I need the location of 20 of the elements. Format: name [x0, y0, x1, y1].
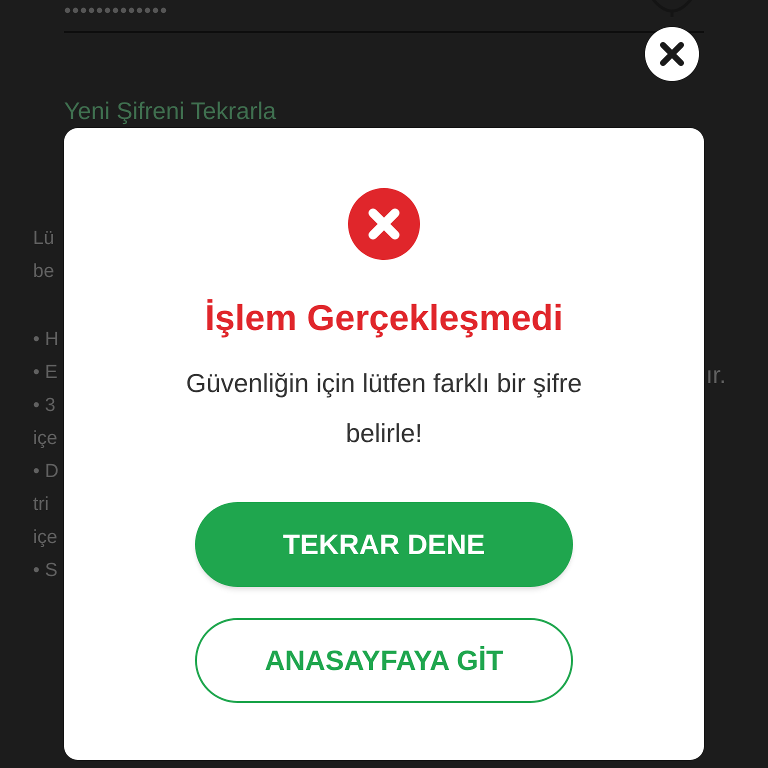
retry-button[interactable]: TEKRAR DENE: [195, 502, 573, 587]
requirement-text: ır.: [706, 361, 726, 391]
dialog-title: İşlem Gerçekleşmedi: [204, 296, 564, 340]
requirement-text: • D: [33, 460, 59, 484]
error-icon: [348, 188, 420, 260]
home-button[interactable]: ANASAYFAYA GİT: [195, 618, 573, 703]
password-value: •••••••••••••: [64, 0, 168, 22]
requirement-text: be: [33, 260, 54, 284]
requirement-text: • H: [33, 328, 59, 352]
dialog-message: Güvenliğin için lütfen farklı bir şifre belirle!: [185, 367, 583, 450]
requirement-text: içe: [33, 526, 58, 550]
field-label: Yeni Şifreni Tekrarla: [64, 98, 276, 126]
requirement-text: • S: [33, 559, 58, 583]
close-button[interactable]: [645, 27, 699, 81]
requirement-text: içe: [33, 427, 58, 451]
requirement-text: tri: [33, 493, 49, 517]
requirement-text: Lü: [33, 227, 54, 251]
requirement-text: • 3: [33, 394, 56, 418]
close-icon: [658, 40, 686, 68]
requirement-text: • E: [33, 361, 58, 385]
